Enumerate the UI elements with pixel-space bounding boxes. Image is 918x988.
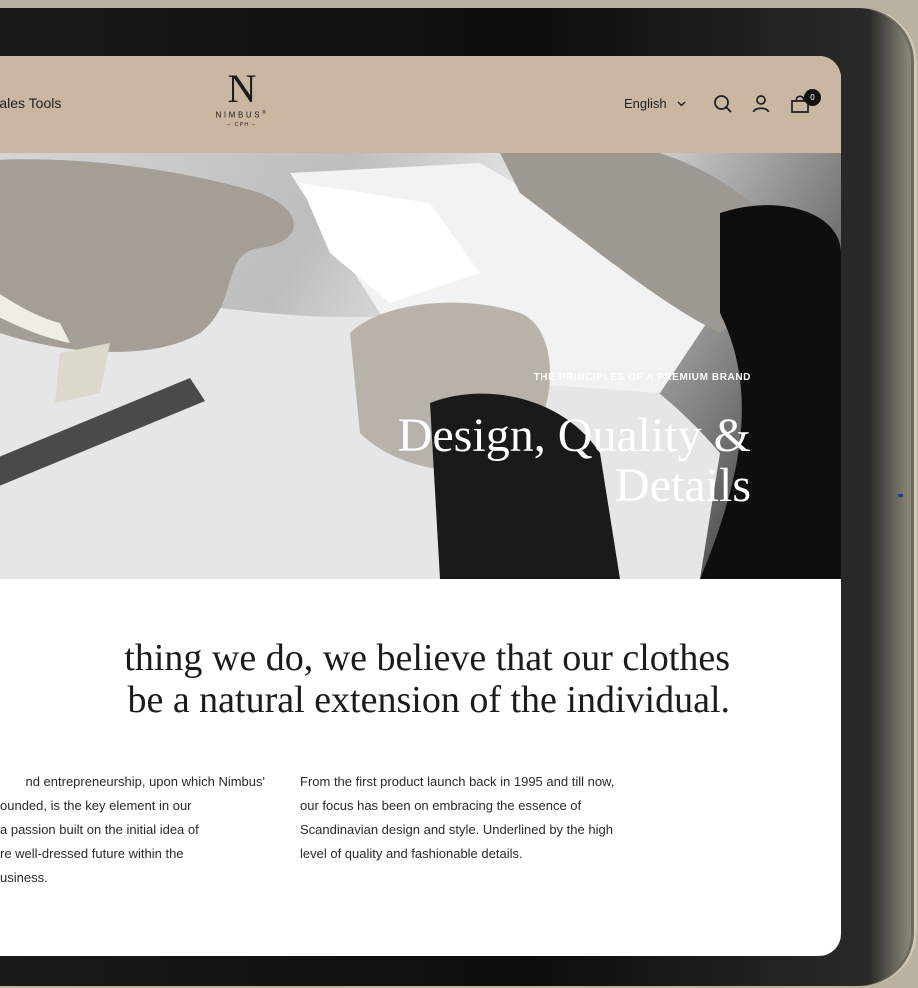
site-header: Sales Tools N NIMBUS® – CPH – English <box>0 56 841 153</box>
col1-line1: nd entrepreneurship, upon which Nimbus' <box>25 774 265 789</box>
statement-line2: be a natural extension of the individual… <box>127 679 730 721</box>
logo-sub: – CPH – <box>227 121 257 128</box>
col2-line1: From the first product launch back in 19… <box>300 774 615 789</box>
logo-mark: N <box>227 66 257 111</box>
hero-title-line1: Design, Quality & <box>397 409 751 462</box>
language-label: English <box>624 96 667 111</box>
col2-line2: our focus has been on embracing the esse… <box>300 798 582 813</box>
col1-line4: re well-dressed future within the <box>0 846 184 861</box>
language-selector[interactable]: English <box>624 96 686 111</box>
search-icon[interactable] <box>712 93 734 115</box>
col1-line3: a passion built on the initial idea of <box>0 822 199 837</box>
col1-line2: ounded, is the key element in our <box>0 798 192 813</box>
text-column-right: From the first product launch back in 19… <box>300 770 650 866</box>
statement-line1: thing we do, we believe that our clothes <box>124 637 730 679</box>
col2-line4: level of quality and fashionable details… <box>300 846 523 861</box>
logo[interactable]: N NIMBUS® – CPH – <box>206 66 278 128</box>
registered-mark: ® <box>262 110 269 116</box>
hero-title-line2: Details <box>615 459 751 512</box>
text-column-left: nd entrepreneurship, upon which Nimbus' … <box>0 770 265 890</box>
col1-line5: usiness. <box>0 870 48 885</box>
nav-sales-tools[interactable]: Sales Tools <box>0 95 61 111</box>
hero-banner: THE PRINCIPLES OF A PREMIUM BRAND Design… <box>0 153 841 579</box>
hero-title: Design, Quality & Details <box>398 411 751 511</box>
camera-dot <box>898 494 903 497</box>
chevron-down-icon <box>677 101 686 106</box>
hero-image <box>0 153 841 579</box>
cart-count-badge: 0 <box>804 89 821 106</box>
hero-eyebrow: THE PRINCIPLES OF A PREMIUM BRAND <box>533 372 751 383</box>
logo-wordmark-text: NIMBUS <box>215 110 263 120</box>
col2-line3: Scandinavian design and style. Underline… <box>300 822 613 837</box>
account-icon[interactable] <box>750 93 772 115</box>
logo-wordmark: NIMBUS® <box>206 110 278 120</box>
brand-statement: thing we do, we believe that our clothes… <box>0 637 730 721</box>
